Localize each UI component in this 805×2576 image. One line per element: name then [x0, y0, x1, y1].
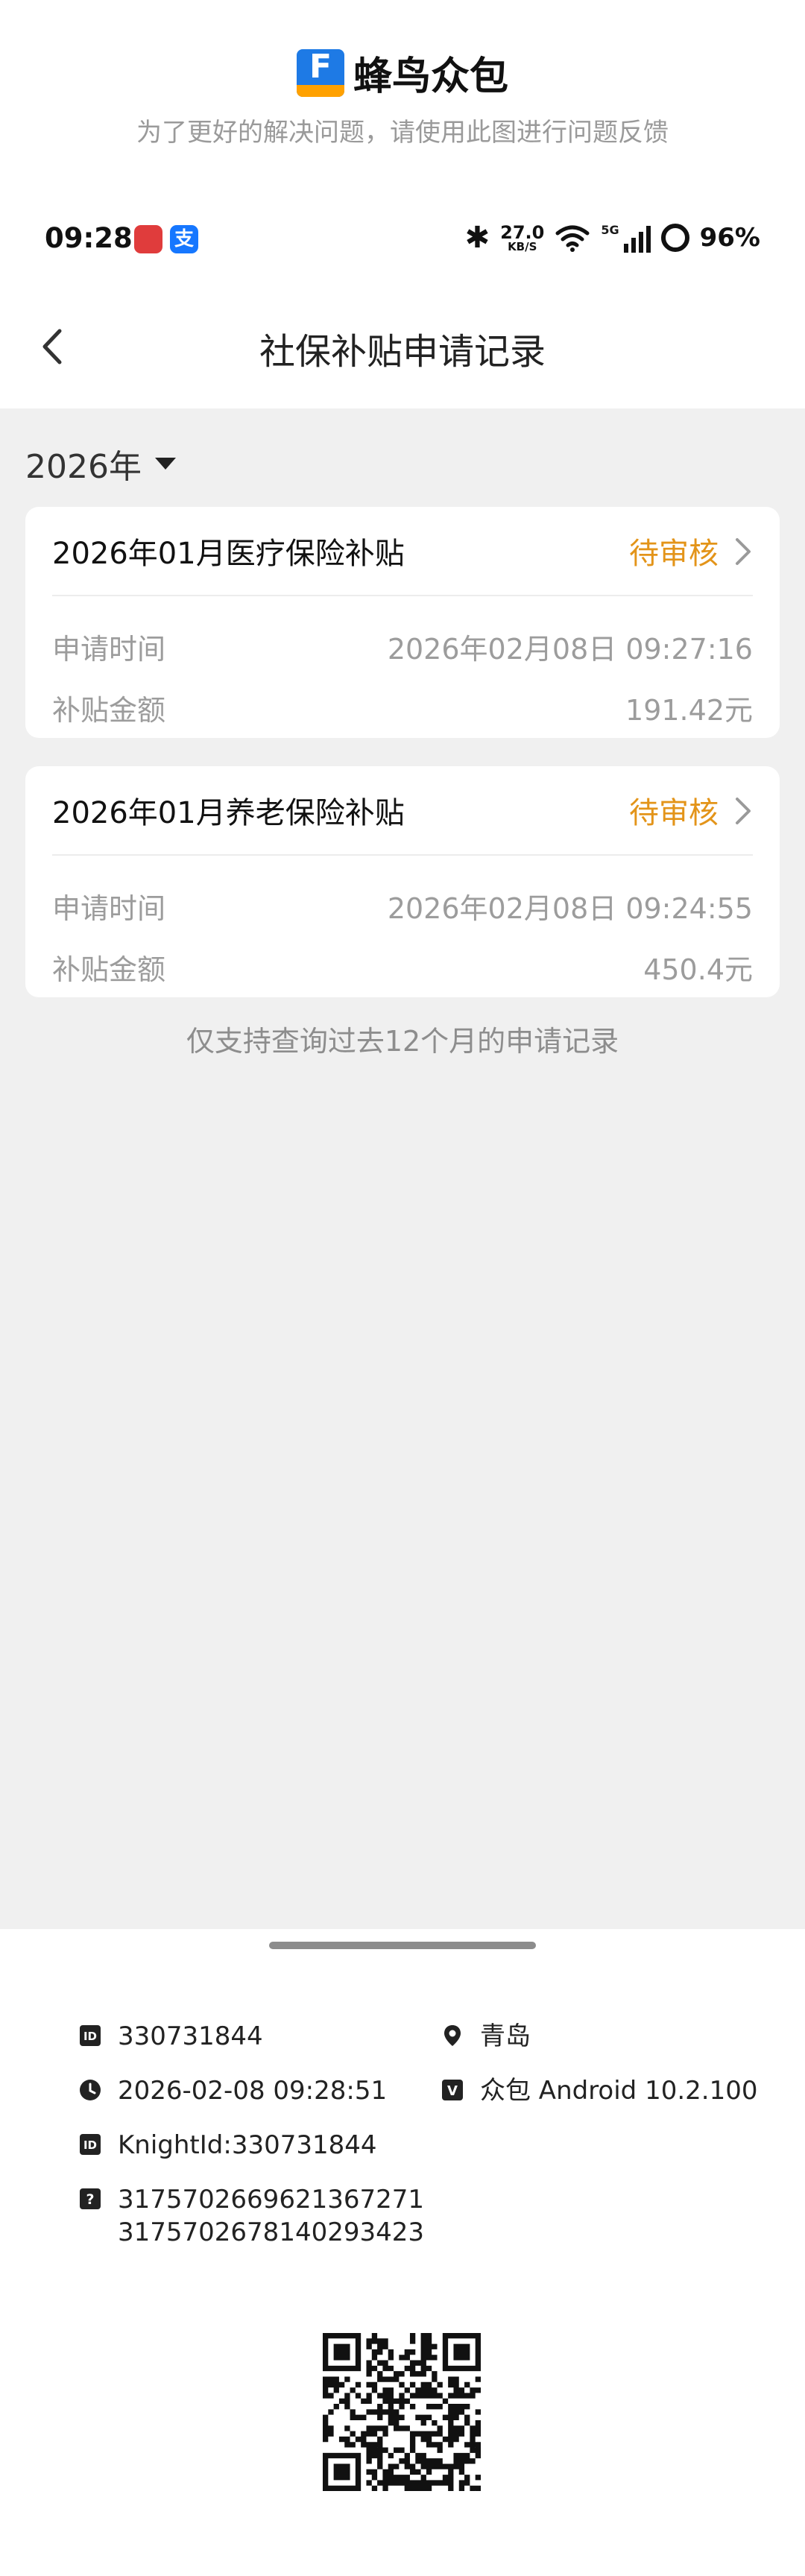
- cellular-signal-icon: 5G: [601, 223, 651, 253]
- timestamp-text: 2026-02-08 09:28:51: [118, 2076, 388, 2106]
- version-icon: V: [442, 2080, 463, 2100]
- trace-id-1: 3175702669621367271: [118, 2185, 425, 2214]
- user-id-text: 330731844: [118, 2021, 263, 2051]
- question-icon: ?: [80, 2188, 101, 2209]
- amount-label: 补贴金额: [52, 953, 166, 986]
- signal-bar: [638, 232, 643, 253]
- clock-icon: [80, 2080, 101, 2100]
- record-card-header: 2026年01月医疗保险补贴 待审核: [52, 529, 753, 574]
- info-knight-id: ID KnightId:330731844: [79, 2129, 377, 2162]
- feedback-banner: F 蜂鸟众包 为了更好的解决问题，请使用此图进行问题反馈: [0, 0, 805, 186]
- record-amount-row: 补贴金额 450.4元: [52, 947, 753, 988]
- record-status: 待审核: [629, 537, 719, 571]
- alipay-app-icon: 支: [170, 225, 198, 253]
- dropdown-caret-icon: [154, 458, 176, 470]
- network-speed-unit: KB/S: [508, 239, 537, 253]
- info-trace-ids: ? 3175702669621367271 317570267814029342…: [79, 2183, 424, 2249]
- bluetooth-icon: ✱: [464, 221, 490, 255]
- notification-app-icon: [134, 225, 162, 253]
- apply-time-label: 申请时间: [52, 892, 166, 925]
- record-apply-time-row: 申请时间 2026年02月08日 09:24:55: [52, 886, 753, 927]
- trace-ids: 3175702669621367271 3175702678140293423: [118, 2183, 424, 2249]
- brand-row: F 蜂鸟众包: [0, 45, 805, 101]
- record-card[interactable]: 2026年01月医疗保险补贴 待审核 申请时间 2026年02月08日 09:2…: [25, 507, 780, 738]
- version-text: 众包 Android 10.2.100: [480, 2076, 758, 2106]
- id-icon: ID: [80, 2134, 101, 2155]
- info-timestamp: 2026-02-08 09:28:51: [79, 2074, 387, 2107]
- battery-icon: [660, 224, 689, 252]
- brand-logo: F: [296, 48, 344, 97]
- year-filter[interactable]: 2026年: [25, 440, 176, 487]
- city-text: 青岛: [480, 2021, 531, 2051]
- record-card-header: 2026年01月养老保险补贴 待审核: [52, 789, 753, 833]
- svg-text:?: ?: [86, 2191, 94, 2208]
- banner-subtitle: 为了更好的解决问题，请使用此图进行问题反馈: [136, 118, 669, 148]
- apply-time-value: 2026年02月08日 09:27:16: [387, 633, 753, 666]
- signal-bar: [623, 244, 628, 253]
- id-icon: ID: [80, 2025, 101, 2046]
- signal-bar: [645, 226, 651, 253]
- qr-finder: [442, 2333, 481, 2372]
- amount-label: 补贴金额: [52, 694, 166, 727]
- info-version: V 众包 Android 10.2.100: [441, 2074, 757, 2107]
- apply-time-value: 2026年02月08日 09:24:55: [387, 892, 753, 925]
- signal-bar: [631, 238, 636, 253]
- brand-name: 蜂鸟众包: [353, 54, 508, 99]
- title-bar: 社保补贴申请记录: [0, 298, 805, 395]
- chevron-right-icon: [736, 798, 751, 824]
- amount-value: 450.4元: [643, 953, 753, 986]
- drag-handle[interactable]: [269, 1942, 536, 1949]
- record-amount-row: 补贴金额 191.42元: [52, 687, 753, 729]
- wifi-icon: [555, 225, 590, 252]
- svg-text:V: V: [447, 2083, 458, 2099]
- records-content: 2026年 2026年01月医疗保险补贴 待审核 申请时间 2026年02月08…: [0, 408, 805, 1929]
- year-filter-label: 2026年: [25, 448, 142, 486]
- record-status: 待审核: [629, 796, 719, 830]
- card-divider: [52, 595, 753, 596]
- network-speed-value: 27.0: [500, 221, 545, 243]
- page-title: 社保补贴申请记录: [259, 331, 546, 373]
- info-user-id: ID 330731844: [79, 2020, 263, 2053]
- qr-code: [323, 2333, 481, 2491]
- knight-id-text: KnightId:330731844: [118, 2130, 377, 2160]
- info-city: 青岛: [441, 2020, 531, 2053]
- status-bar: 09:28 支 ✱ 27.0 KB/S 5G 96%: [0, 209, 805, 268]
- card-divider: [52, 854, 753, 856]
- record-title: 2026年01月养老保险补贴: [52, 796, 405, 830]
- qr-finder: [323, 2333, 362, 2372]
- brand-logo-strip: [296, 84, 344, 97]
- record-apply-time-row: 申请时间 2026年02月08日 09:27:16: [52, 626, 753, 668]
- network-speed: 27.0 KB/S: [500, 224, 544, 253]
- records-footnote: 仅支持查询过去12个月的申请记录: [186, 1025, 619, 1058]
- svg-text:ID: ID: [83, 2030, 97, 2043]
- network-tag: 5G: [601, 223, 619, 237]
- status-time: 09:28: [45, 222, 133, 254]
- battery-percent: 96%: [699, 223, 760, 253]
- apply-time-label: 申请时间: [52, 633, 166, 666]
- amount-value: 191.42元: [625, 694, 753, 727]
- trace-id-2: 3175702678140293423: [118, 2217, 425, 2247]
- brand-logo-glyph: F: [309, 48, 332, 86]
- svg-text:ID: ID: [83, 2138, 97, 2152]
- chevron-right-icon: [736, 538, 751, 565]
- status-indicators: ✱ 27.0 KB/S 5G 96%: [465, 221, 760, 255]
- qr-finder: [323, 2452, 362, 2491]
- record-title: 2026年01月医疗保险补贴: [52, 537, 405, 571]
- record-card[interactable]: 2026年01月养老保险补贴 待审核 申请时间 2026年02月08日 09:2…: [25, 766, 780, 997]
- location-pin-icon: [444, 2025, 461, 2046]
